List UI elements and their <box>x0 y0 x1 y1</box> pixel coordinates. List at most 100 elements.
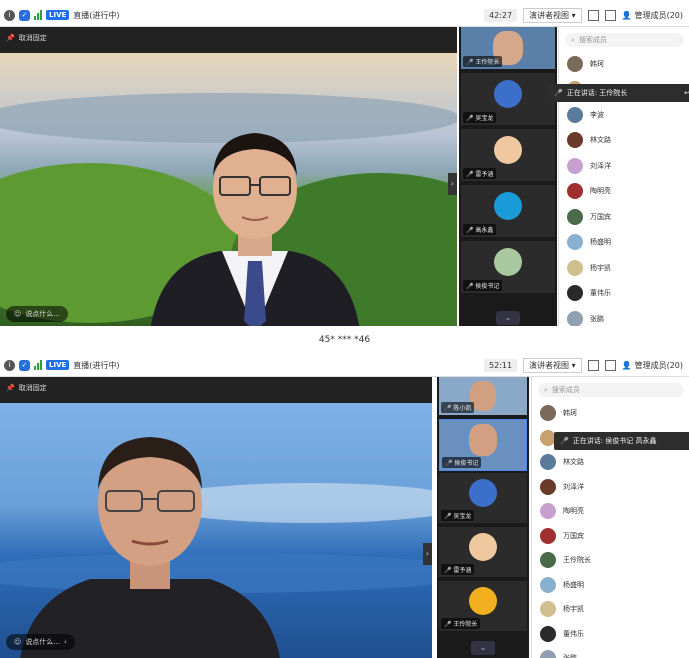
chat-input-pill[interactable]: ☺ 说点什么... <box>6 306 68 322</box>
mic-icon: 🎤 <box>466 283 474 290</box>
participant-avatar <box>494 79 522 108</box>
info-icon[interactable]: i <box>4 9 15 21</box>
member-row[interactable]: 李波 <box>559 102 689 128</box>
unpin-button[interactable]: 📌 取消固定 <box>6 33 47 43</box>
member-name: 韩珂 <box>563 409 577 418</box>
view-mode-dropdown[interactable]: 演讲者视图 ▾ <box>523 7 582 23</box>
member-avatar <box>567 55 583 72</box>
member-row[interactable]: 张鹏 <box>532 646 689 658</box>
shield-icon[interactable]: ✓ <box>19 9 30 21</box>
member-row[interactable]: 董伟乐 <box>532 622 689 647</box>
thumbnail-label: 🎤 侯俊书记 <box>463 280 503 291</box>
scroll-down-button[interactable]: ⌄ <box>496 311 520 325</box>
member-name: 张鹏 <box>590 314 604 323</box>
manage-members-label: 管理成员(20) <box>634 360 683 370</box>
member-row[interactable]: 刘泽洋 <box>532 475 689 500</box>
scroll-down-button[interactable]: ⌄ <box>471 641 495 655</box>
member-row[interactable]: 万国宾 <box>532 524 689 549</box>
member-row[interactable]: 万国宾 <box>559 204 689 230</box>
member-name: 林文路 <box>563 458 584 467</box>
thumbnail-label: 🎤 吴宝龙 <box>441 510 475 521</box>
member-avatar <box>567 234 583 251</box>
member-row[interactable]: 林文路 <box>559 128 689 154</box>
people-icon: 👤 <box>621 360 632 370</box>
layout-icon[interactable] <box>604 359 616 371</box>
member-name: 李波 <box>590 110 604 119</box>
participant-avatar <box>469 587 497 615</box>
member-row[interactable]: 林文路 <box>532 450 689 475</box>
speaker-video-area: 📌 取消固定 ☺ 说点什么... › <box>0 27 457 330</box>
member-name: 王伶院长 <box>563 556 591 565</box>
info-icon[interactable]: i <box>4 359 15 371</box>
video-header: 📌 取消固定 <box>0 377 432 403</box>
member-row[interactable]: 陶明亮 <box>559 179 689 205</box>
participant-avatar <box>494 247 522 276</box>
search-icon: ⌕ <box>571 35 575 44</box>
thumbnail-tile[interactable]: 🎤 雷予涵 <box>439 527 527 577</box>
mic-icon: 🎤 <box>466 115 474 122</box>
unpin-button[interactable]: 📌 取消固定 <box>6 383 47 393</box>
member-avatar <box>567 208 583 225</box>
member-avatar <box>540 478 556 495</box>
thumbnail-tile[interactable]: 🎤 侯俊书记 <box>461 241 555 293</box>
thumbnail-tile[interactable]: 🎤 陈小凯 <box>439 377 527 415</box>
manage-members-button[interactable]: 👤 管理成员(20) <box>622 360 683 371</box>
speaker-figure <box>150 133 360 330</box>
thumbnail-tile[interactable]: 🎤 王伶院长 <box>461 27 555 69</box>
chevron-left-icon: ‹ <box>64 638 67 646</box>
mic-icon: 🎤 <box>445 460 453 467</box>
thumbnail-tile[interactable]: 🎤 吴宝龙 <box>439 473 527 523</box>
member-avatar <box>567 106 583 123</box>
participant-avatar <box>494 191 522 220</box>
shield-icon[interactable]: ✓ <box>19 359 30 371</box>
fullscreen-icon[interactable] <box>587 359 599 371</box>
pin-icon: 📌 <box>6 34 15 42</box>
member-name: 杨盛明 <box>563 580 584 589</box>
member-name: 杨盛明 <box>590 238 611 247</box>
thumbnail-label: 🎤 王伶院长 <box>441 618 481 629</box>
speaking-indicator: 🎤 正在讲话: 王伶院长 ↩ <box>548 84 689 102</box>
thumbnail-tile[interactable]: 🎤 雷予涵 <box>461 129 555 181</box>
manage-members-label: 管理成员(20) <box>634 10 683 20</box>
member-row[interactable]: 王伶院长 <box>532 548 689 573</box>
stream-status: 直播(进行中) <box>73 360 120 370</box>
member-row[interactable]: 杨盛明 <box>559 230 689 256</box>
thumbnail-tile[interactable]: 🎤 王伶院长 <box>439 581 527 631</box>
layout-icon[interactable] <box>604 9 616 21</box>
thumbnail-tile[interactable]: 🎤 吴宝龙 <box>461 73 555 125</box>
thumbnail-label: 🎤 雷予涵 <box>463 168 497 179</box>
search-placeholder: 搜索成员 <box>551 386 580 394</box>
signal-icon <box>34 360 42 370</box>
view-mode-dropdown[interactable]: 演讲者视图 ▾ <box>523 357 582 373</box>
manage-members-button[interactable]: 👤 管理成员(20) <box>622 10 683 21</box>
video-header: 📌 取消固定 <box>0 27 457 53</box>
mic-icon: 🎤 <box>444 513 452 520</box>
member-name: 张鹏 <box>563 653 577 658</box>
thumbnail-tile[interactable]: 🎤 侯俊书记 <box>439 419 527 471</box>
member-panel: ⌕ 搜索成员 韩珂李波林文路刘泽洋陶明亮万国宾王伶院长杨盛明杨宇凯董伟乐张鹏 <box>531 377 689 658</box>
member-row[interactable]: 杨盛明 <box>532 573 689 598</box>
member-row[interactable]: 韩珂 <box>532 401 689 426</box>
fullscreen-icon[interactable] <box>587 9 599 21</box>
member-row[interactable]: 陶明亮 <box>532 499 689 524</box>
member-row[interactable]: 杨宇凯 <box>532 597 689 622</box>
masked-meeting-id: 45* *** *46 <box>0 330 689 350</box>
chat-input-pill[interactable]: ☺ 说点什么... ‹ <box>6 634 75 650</box>
member-avatar <box>540 454 556 471</box>
thumbnail-label: 🎤 高永鑫 <box>463 224 497 235</box>
member-row[interactable]: 刘泽洋 <box>559 153 689 179</box>
chat-placeholder: 说点什么... <box>25 638 60 646</box>
collapse-thumbnails-button[interactable]: › <box>423 543 432 565</box>
collapse-thumbnails-button[interactable]: › <box>448 173 457 195</box>
meeting-screen-2: 45* *** *46 i ✓ LIVE 直播(进行中) 52:11 演讲者视图… <box>0 330 689 658</box>
member-search-input[interactable]: ⌕ 搜索成员 <box>538 383 684 397</box>
member-row[interactable]: 董伟乐 <box>559 281 689 307</box>
thumbnail-tile[interactable]: 🎤 高永鑫 <box>461 185 555 237</box>
member-search-input[interactable]: ⌕ 搜索成员 <box>565 33 684 47</box>
member-row[interactable]: 杨宇凯 <box>559 255 689 281</box>
reply-icon[interactable]: ↩ <box>684 89 689 97</box>
member-name: 杨宇凯 <box>590 263 611 272</box>
member-name: 杨宇凯 <box>563 605 584 614</box>
participant-thumbnails: 🎤 陈小凯 🎤 侯俊书记 🎤 吴宝龙 🎤 雷予涵 🎤 王伶院长 ⌄ <box>437 377 529 658</box>
member-row[interactable]: 韩珂 <box>559 51 689 77</box>
